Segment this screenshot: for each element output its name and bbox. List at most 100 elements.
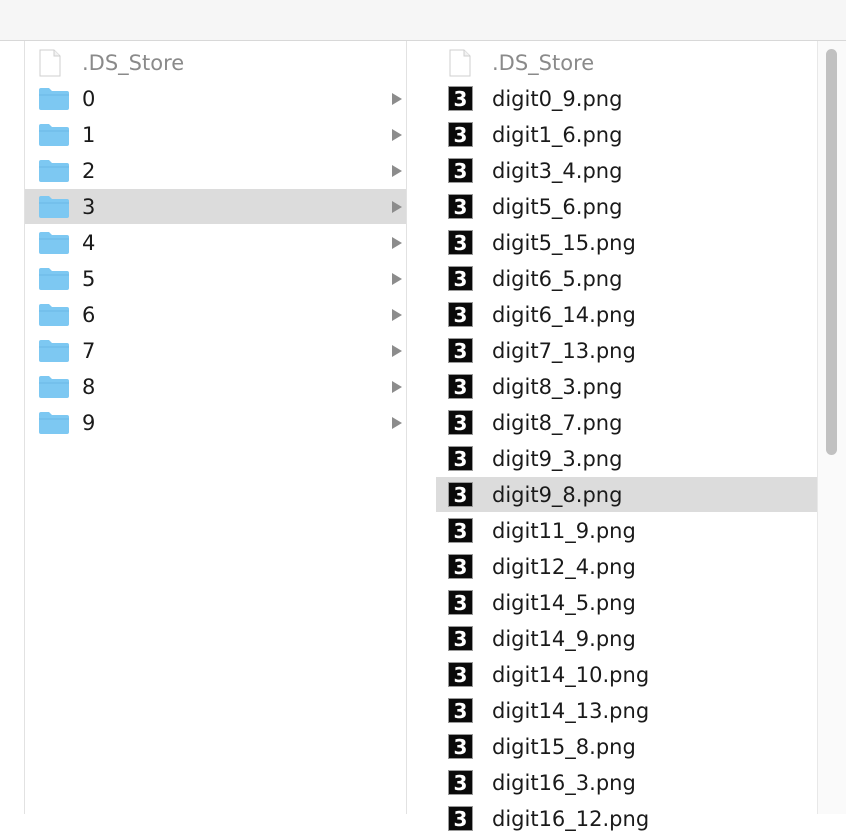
file-row[interactable]: 3 digit14_10.png bbox=[436, 657, 817, 692]
file-row[interactable]: 3 digit8_7.png bbox=[436, 405, 817, 440]
folder-row[interactable]: 8 bbox=[25, 369, 406, 404]
row-icon-slot: 3 bbox=[436, 158, 492, 183]
item-label: digit12_4.png bbox=[492, 554, 636, 579]
file-row[interactable]: 3 digit6_14.png bbox=[436, 297, 817, 332]
hidden-file-row[interactable]: .DS_Store bbox=[25, 45, 406, 80]
disclosure-chevron-icon bbox=[392, 380, 402, 393]
file-row[interactable]: 3 digit8_3.png bbox=[436, 369, 817, 404]
image-thumbnail-icon: 3 bbox=[448, 806, 473, 831]
file-row[interactable]: 3 digit3_4.png bbox=[436, 153, 817, 188]
folder-row[interactable]: 9 bbox=[25, 405, 406, 440]
folder-row[interactable]: 7 bbox=[25, 333, 406, 368]
image-thumbnail-icon: 3 bbox=[448, 338, 473, 363]
file-row[interactable]: 3 digit15_8.png bbox=[436, 729, 817, 764]
folder-row[interactable]: 1 bbox=[25, 117, 406, 152]
item-label: digit3_4.png bbox=[492, 158, 623, 183]
item-label: 3 bbox=[82, 194, 96, 219]
item-label: digit5_6.png bbox=[492, 194, 623, 219]
folder-icon bbox=[39, 411, 69, 434]
item-label: digit6_14.png bbox=[492, 302, 636, 327]
document-icon bbox=[39, 49, 61, 76]
column-resize-divider[interactable] bbox=[406, 41, 407, 814]
item-label: digit9_8.png bbox=[492, 482, 623, 507]
item-label: digit16_12.png bbox=[492, 806, 650, 831]
image-thumbnail-icon: 3 bbox=[448, 446, 473, 471]
file-row[interactable]: 3 digit14_9.png bbox=[436, 621, 817, 656]
item-label: 0 bbox=[82, 86, 96, 111]
file-row[interactable]: 3 digit5_15.png bbox=[436, 225, 817, 260]
item-label: digit14_5.png bbox=[492, 590, 636, 615]
image-thumbnail-icon: 3 bbox=[448, 302, 473, 327]
vertical-scrollbar[interactable] bbox=[817, 41, 846, 814]
image-thumbnail-icon: 3 bbox=[448, 554, 473, 579]
image-thumbnail-icon: 3 bbox=[448, 734, 473, 759]
item-label: digit1_6.png bbox=[492, 122, 623, 147]
folder-row[interactable]: 2 bbox=[25, 153, 406, 188]
item-label: digit8_3.png bbox=[492, 374, 623, 399]
item-label: digit11_9.png bbox=[492, 518, 636, 543]
item-label: digit14_9.png bbox=[492, 626, 636, 651]
item-label: digit14_10.png bbox=[492, 662, 650, 687]
file-row[interactable]: 3 digit9_3.png bbox=[436, 441, 817, 476]
file-row[interactable]: 3 digit1_6.png bbox=[436, 117, 817, 152]
row-icon-slot bbox=[25, 87, 82, 111]
image-thumbnail-icon: 3 bbox=[448, 158, 473, 183]
disclosure-chevron-icon bbox=[392, 164, 402, 177]
row-icon-slot bbox=[25, 267, 82, 291]
disclosure-chevron-icon bbox=[392, 272, 402, 285]
folder-row[interactable]: 4 bbox=[25, 225, 406, 260]
image-thumbnail-icon: 3 bbox=[448, 266, 473, 291]
file-row[interactable]: 3 digit16_3.png bbox=[436, 765, 817, 800]
image-thumbnail-icon: 3 bbox=[448, 590, 473, 615]
row-icon-slot bbox=[25, 159, 82, 183]
row-icon-slot: 3 bbox=[436, 446, 492, 471]
row-icon-slot: 3 bbox=[436, 266, 492, 291]
folder-icon bbox=[39, 375, 69, 398]
file-row[interactable]: 3 digit14_5.png bbox=[436, 585, 817, 620]
file-row[interactable]: 3 digit16_12.png bbox=[436, 801, 817, 836]
image-thumbnail-icon: 3 bbox=[448, 230, 473, 255]
item-label: .DS_Store bbox=[492, 50, 595, 75]
row-icon-slot: 3 bbox=[436, 554, 492, 579]
item-label: digit9_3.png bbox=[492, 446, 623, 471]
row-icon-slot: 3 bbox=[436, 122, 492, 147]
file-row[interactable]: 3 digit6_5.png bbox=[436, 261, 817, 296]
folder-icon bbox=[39, 159, 69, 182]
image-thumbnail-icon: 3 bbox=[448, 410, 473, 435]
scrollbar-thumb[interactable] bbox=[826, 49, 837, 455]
row-icon-slot: 3 bbox=[436, 662, 492, 687]
folder-row[interactable]: 6 bbox=[25, 297, 406, 332]
image-thumbnail-icon: 3 bbox=[448, 662, 473, 687]
row-icon-slot: 3 bbox=[436, 590, 492, 615]
hidden-file-row[interactable]: .DS_Store bbox=[436, 45, 817, 80]
disclosure-chevron-icon bbox=[392, 416, 402, 429]
folder-row[interactable]: 3 bbox=[25, 189, 406, 224]
item-label: .DS_Store bbox=[82, 50, 185, 75]
folder-row[interactable]: 5 bbox=[25, 261, 406, 296]
row-icon-slot bbox=[436, 49, 492, 77]
file-row[interactable]: 3 digit14_13.png bbox=[436, 693, 817, 728]
file-row[interactable]: 3 digit7_13.png bbox=[436, 333, 817, 368]
row-icon-slot: 3 bbox=[436, 194, 492, 219]
file-row[interactable]: 3 digit9_8.png bbox=[436, 477, 817, 512]
item-label: 8 bbox=[82, 374, 96, 399]
row-icon-slot: 3 bbox=[436, 482, 492, 507]
file-row[interactable]: 3 digit0_9.png bbox=[436, 81, 817, 116]
image-thumbnail-icon: 3 bbox=[448, 194, 473, 219]
row-icon-slot bbox=[25, 303, 82, 327]
file-row[interactable]: 3 digit12_4.png bbox=[436, 549, 817, 584]
item-label: digit6_5.png bbox=[492, 266, 623, 291]
image-thumbnail-icon: 3 bbox=[448, 626, 473, 651]
item-label: 2 bbox=[82, 158, 96, 183]
item-label: 1 bbox=[82, 122, 96, 147]
row-icon-slot: 3 bbox=[436, 374, 492, 399]
item-label: digit14_13.png bbox=[492, 698, 650, 723]
folder-row[interactable]: 0 bbox=[25, 81, 406, 116]
file-row[interactable]: 3 digit5_6.png bbox=[436, 189, 817, 224]
row-icon-slot: 3 bbox=[436, 410, 492, 435]
file-row[interactable]: 3 digit11_9.png bbox=[436, 513, 817, 548]
row-icon-slot: 3 bbox=[436, 734, 492, 759]
row-icon-slot: 3 bbox=[436, 302, 492, 327]
row-icon-slot: 3 bbox=[436, 230, 492, 255]
item-label: 9 bbox=[82, 410, 96, 435]
